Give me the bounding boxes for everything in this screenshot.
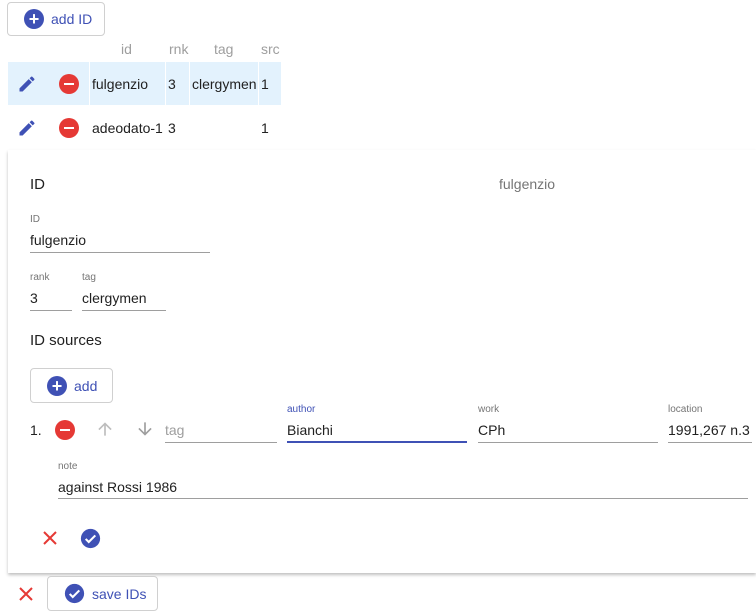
save-ids-label: save IDs [92,585,147,602]
tag-field-label: tag [82,272,96,283]
source-tag-input[interactable]: tag [165,422,277,438]
edit-pencil-icon[interactable] [16,117,38,139]
add-id-button[interactable]: + add ID [7,2,105,36]
tag-field[interactable]: clergymen [82,290,166,306]
column-header-src[interactable]: src [261,41,280,57]
remove-circle-icon[interactable] [58,117,80,139]
edit-pencil-icon[interactable] [16,73,38,95]
editor-title-value: fulgenzio [499,176,556,192]
rank-field-label: rank [30,272,50,283]
check-circle-icon [64,583,85,604]
plus-circle-icon: + [47,375,67,396]
id-field[interactable]: fulgenzio [30,232,210,248]
remove-circle-icon[interactable] [58,73,80,95]
close-icon[interactable] [40,528,60,548]
cell-rnk: 3 [168,119,176,136]
author-label: author [287,404,316,415]
cell-src: 1 [261,75,269,92]
source-number: 1. [30,422,42,438]
save-ids-button[interactable]: save IDs [47,576,158,611]
note-label: note [58,461,78,472]
work-input[interactable]: CPh [478,422,658,438]
remove-circle-icon[interactable] [54,419,76,441]
table-row[interactable]: fulgenzio 3 clergymen 1 [8,62,281,105]
id-field-label: ID [30,214,40,225]
cell-rnk: 3 [168,75,176,92]
sources-heading: ID sources [30,332,102,349]
editor-title: ID [30,176,45,193]
author-input[interactable]: Bianchi [287,422,467,438]
column-header-id[interactable]: id [121,41,132,57]
column-header-tag[interactable]: tag [214,41,233,57]
cell-tag: clergymen [192,75,257,92]
add-source-button[interactable]: + add [30,368,113,403]
location-label: location [668,404,703,415]
rank-field[interactable]: 3 [30,290,72,306]
add-id-label: add ID [51,11,93,27]
cell-id: adeodato-1 [92,119,163,136]
arrow-up-icon[interactable] [94,418,116,440]
location-input[interactable]: 1991,267 n.3 [668,422,752,438]
work-label: work [478,404,500,415]
plus-circle-icon: + [24,9,44,29]
check-circle-icon[interactable] [79,527,101,549]
cell-tag [192,106,259,149]
cell-id: fulgenzio [92,75,149,92]
cell-src: 1 [261,119,269,136]
note-input[interactable]: against Rossi 1986 [58,479,748,495]
close-icon[interactable] [16,584,36,604]
arrow-down-icon[interactable] [134,418,156,440]
table-row[interactable]: adeodato-1 3 1 [8,106,281,149]
column-header-rnk[interactable]: rnk [169,41,188,57]
add-source-label: add [74,377,98,394]
id-editor-panel: ID fulgenzio ID fulgenzio rank 3 tag cle… [8,150,756,573]
